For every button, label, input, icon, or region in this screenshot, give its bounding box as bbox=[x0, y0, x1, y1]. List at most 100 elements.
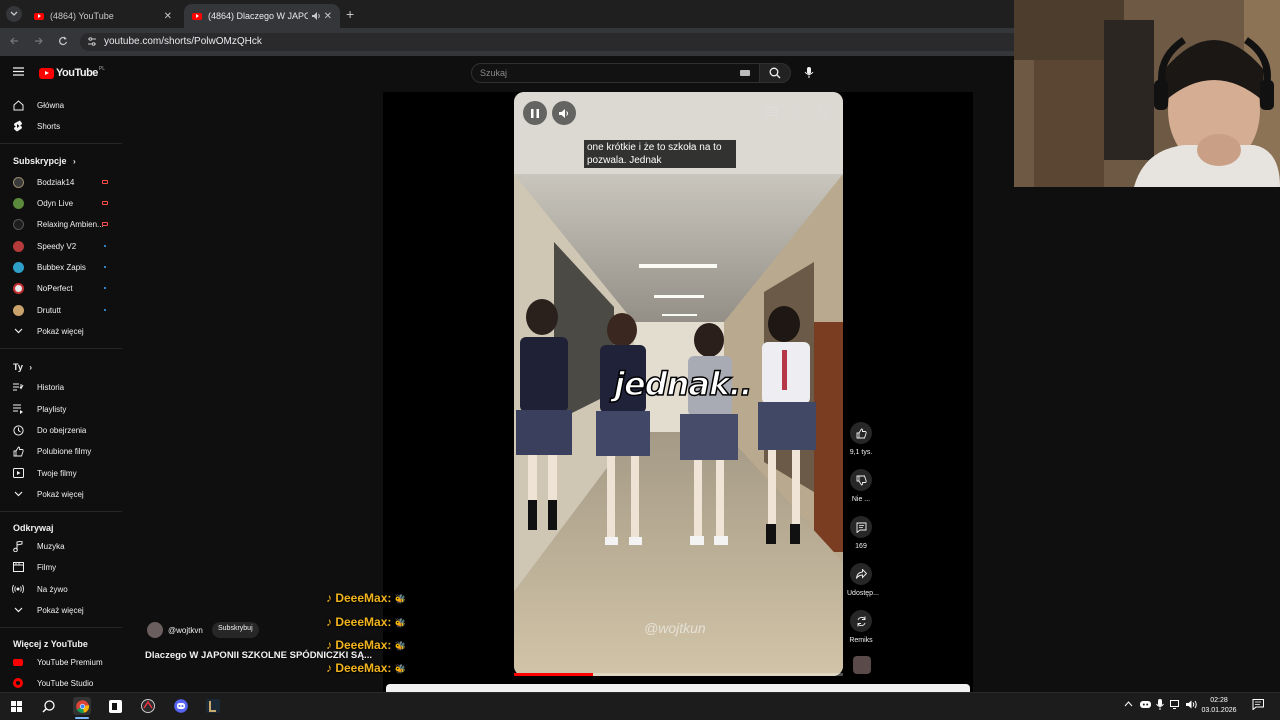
sidebar-item-subscription[interactable]: Speedy V2 bbox=[0, 236, 122, 256]
search-icon bbox=[769, 67, 781, 79]
app-icon bbox=[108, 699, 122, 713]
keyboard-icon[interactable] bbox=[740, 70, 750, 76]
avatar bbox=[12, 176, 24, 188]
dislike-button[interactable]: Nie ... bbox=[847, 469, 875, 503]
notification-icon bbox=[1252, 699, 1264, 710]
reload-button[interactable] bbox=[58, 36, 68, 46]
sound-thumbnail[interactable] bbox=[853, 656, 871, 674]
taskbar-chrome[interactable] bbox=[73, 697, 91, 715]
subscription-label: Drututt bbox=[37, 305, 62, 315]
browser-tab-strip: (4864) YouTube ✕ (4864) Dlaczego W JAPON… bbox=[0, 0, 1014, 28]
close-icon[interactable]: ✕ bbox=[164, 11, 172, 22]
like-icon bbox=[12, 445, 24, 457]
sidebar-item-history[interactable]: Historia bbox=[0, 377, 122, 397]
remix-button[interactable]: Remiks bbox=[847, 610, 875, 644]
taskbar-discord[interactable] bbox=[172, 697, 190, 715]
sidebar-item-premium[interactable]: YouTube Premium bbox=[0, 652, 122, 672]
volume-button[interactable] bbox=[552, 101, 576, 125]
sidebar-item-subscription[interactable]: Bubbex Zapis bbox=[0, 257, 122, 277]
remix-icon bbox=[850, 610, 872, 632]
bottom-popup-bar bbox=[386, 684, 970, 692]
avatar bbox=[12, 240, 24, 252]
tab-search-button[interactable] bbox=[6, 6, 22, 22]
fullscreen-button[interactable] bbox=[818, 107, 828, 117]
discord-tray-icon[interactable] bbox=[1140, 700, 1151, 709]
speaker-icon[interactable] bbox=[312, 12, 321, 20]
subscribe-button[interactable]: Subskrybuj bbox=[212, 622, 259, 638]
taskbar-app[interactable] bbox=[204, 697, 222, 715]
browser-tab[interactable]: (4864) YouTube ✕ bbox=[26, 4, 180, 28]
sidebar-item-home[interactable]: Główna bbox=[0, 95, 122, 115]
sidebar-item-subscription[interactable]: Bodziak14 bbox=[0, 172, 122, 192]
notification-button[interactable] bbox=[1252, 699, 1264, 710]
sidebar-item-liked[interactable]: Polubione filmy bbox=[0, 441, 122, 461]
like-button[interactable]: 9,1 tys. bbox=[847, 422, 875, 456]
sidebar-item-subscription[interactable]: NoPerfect bbox=[0, 278, 122, 298]
comment-count: 169 bbox=[855, 543, 867, 550]
network-icon[interactable] bbox=[1170, 700, 1182, 709]
live-icon bbox=[102, 180, 108, 184]
search-icon bbox=[41, 699, 55, 713]
back-button[interactable] bbox=[9, 36, 19, 46]
avatar bbox=[12, 218, 24, 230]
more-options-button[interactable] bbox=[796, 107, 799, 117]
youtube-logo[interactable]: YouTube PL bbox=[39, 66, 105, 79]
sidebar-item-your-videos[interactable]: Twoje filmy bbox=[0, 463, 122, 483]
start-button[interactable] bbox=[7, 697, 25, 715]
new-tab-button[interactable]: + bbox=[346, 6, 354, 22]
microphone-icon[interactable] bbox=[1156, 699, 1164, 710]
url-text[interactable]: youtube.com/shorts/PolwOMzQHck bbox=[104, 36, 262, 47]
sidebar-show-more-explore[interactable]: Pokaż więcej bbox=[0, 600, 122, 620]
sidebar-item-shorts[interactable]: Shorts bbox=[0, 116, 122, 136]
more-vert-icon bbox=[796, 107, 799, 117]
search-button[interactable] bbox=[759, 63, 791, 83]
sidebar-item-live[interactable]: Na żywo bbox=[0, 579, 122, 599]
menu-button[interactable] bbox=[13, 67, 24, 76]
league-icon bbox=[206, 699, 220, 713]
sidebar-item-studio[interactable]: YouTube Studio bbox=[0, 673, 122, 693]
forward-button[interactable] bbox=[34, 36, 44, 46]
sidebar-show-more-subscriptions[interactable]: Pokaż więcej bbox=[0, 321, 122, 341]
sidebar-item-watch-later[interactable]: Do obejrzenia bbox=[0, 420, 122, 440]
chrome-icon bbox=[75, 699, 89, 713]
chat-username: DeeeMax: bbox=[335, 638, 392, 652]
sidebar-item-subscription[interactable]: Drututt bbox=[0, 300, 122, 320]
sidebar-item-subscription[interactable]: Odyn Live bbox=[0, 193, 122, 213]
channel-handle[interactable]: @wojtkvn bbox=[168, 626, 203, 635]
live-icon bbox=[102, 222, 108, 226]
close-icon[interactable]: ✕ bbox=[324, 11, 332, 22]
captions-button[interactable] bbox=[765, 107, 777, 116]
taskbar-app[interactable] bbox=[139, 697, 157, 715]
sidebar-item-movies[interactable]: Filmy bbox=[0, 557, 122, 577]
browser-tab-active[interactable]: (4864) Dlaczego W JAPONI ✕ bbox=[184, 4, 340, 28]
chat-message: ♪ DeeeMax: 🐝 bbox=[326, 615, 406, 629]
sidebar-item-label: Shorts bbox=[37, 121, 61, 131]
explore-heading: Odkrywaj bbox=[13, 523, 54, 533]
taskbar-clock[interactable]: 02:28 03.01.2026 bbox=[1196, 696, 1242, 716]
microphone-icon bbox=[804, 67, 814, 78]
taskbar-app[interactable] bbox=[106, 697, 124, 715]
subscriptions-heading[interactable]: Subskrypcje › bbox=[13, 156, 76, 166]
sidebar-item-playlists[interactable]: Playlisty bbox=[0, 399, 122, 419]
share-button[interactable]: Udostęp... bbox=[847, 563, 879, 597]
chat-username: DeeeMax: bbox=[335, 661, 392, 675]
youtube-favicon-icon bbox=[192, 12, 202, 20]
thumbs-up-icon bbox=[850, 422, 872, 444]
voice-search-button[interactable] bbox=[799, 63, 819, 83]
comments-button[interactable]: 169 bbox=[847, 516, 875, 550]
sidebar-show-more-you[interactable]: Pokaż więcej bbox=[0, 484, 122, 504]
sidebar: Główna Shorts Subskrypcje › Bodziak14 Od… bbox=[0, 92, 122, 692]
sidebar-item-music[interactable]: Muzyka bbox=[0, 536, 122, 556]
search-input[interactable]: Szukaj bbox=[471, 63, 761, 83]
channel-avatar[interactable] bbox=[147, 622, 163, 638]
chevron-down-icon bbox=[12, 488, 24, 500]
site-info-icon[interactable] bbox=[87, 37, 97, 46]
sidebar-item-subscription[interactable]: Relaxing Ambien... bbox=[0, 214, 122, 234]
music-note-icon: ♪ bbox=[326, 615, 332, 629]
new-content-dot bbox=[104, 266, 106, 268]
tray-chevron-up-icon[interactable] bbox=[1124, 701, 1133, 707]
taskbar-search-button[interactable] bbox=[39, 697, 57, 715]
you-heading[interactable]: Ty › bbox=[13, 362, 32, 372]
hamburger-icon bbox=[13, 67, 24, 76]
pause-button[interactable] bbox=[523, 101, 547, 125]
